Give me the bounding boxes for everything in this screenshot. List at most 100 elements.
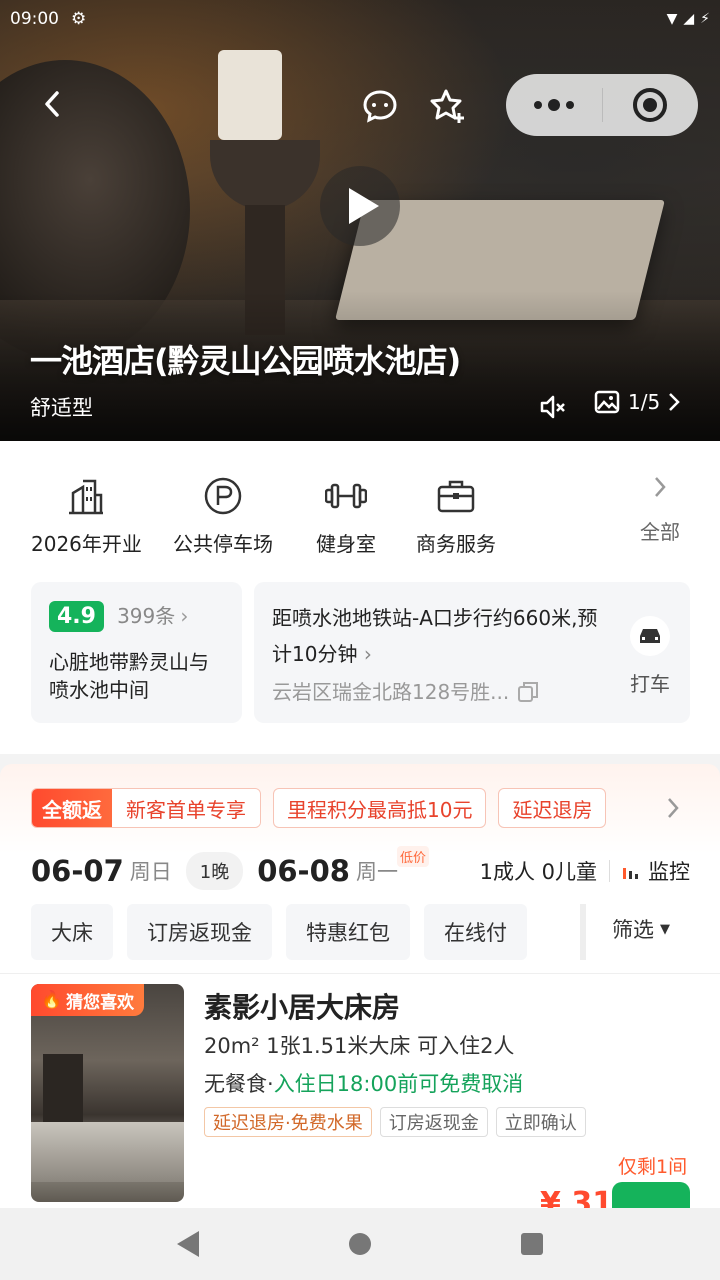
- filter-chips: 大床 订房返现金 特惠红包 在线付: [31, 904, 527, 960]
- rating-card[interactable]: 4.9 399条 › 心脏地带黔灵山与喷水池中间: [31, 582, 242, 723]
- wifi-icon: ▼: [666, 11, 678, 27]
- low-price-badge: 低价: [397, 846, 430, 867]
- notification-icon: ⚙: [71, 9, 87, 29]
- promo-full-refund[interactable]: 全额返 新客首单专享: [31, 788, 261, 828]
- review-count: 399条: [117, 604, 176, 628]
- filter-scroll-edge: [580, 904, 586, 960]
- checkout-date[interactable]: 06-08: [257, 854, 350, 888]
- location-card[interactable]: 距喷水池地铁站-A口步行约660米,预计10分钟 › 云岩区瑞金北路128号胜.…: [254, 582, 690, 723]
- promo-item[interactable]: 延迟退房: [498, 788, 607, 828]
- signal-icon: ◢: [683, 11, 695, 27]
- briefcase-icon: [434, 474, 478, 518]
- building-icon: [64, 474, 108, 518]
- room-tag: 立即确认: [495, 1107, 586, 1137]
- nav-recents-icon[interactable]: [521, 1233, 543, 1255]
- guest-selector[interactable]: 1成人 0儿童: [480, 856, 597, 886]
- filter-label: 筛选: [612, 918, 654, 942]
- mute-button[interactable]: [538, 392, 568, 422]
- image-counter: 1/5: [628, 390, 661, 414]
- amenity-business[interactable]: 商务服务: [416, 474, 496, 557]
- nights-count: 1晚: [185, 852, 244, 890]
- chevron-right-icon: ›: [180, 604, 189, 628]
- promo-row[interactable]: 全额返 新客首单专享 里程积分最高抵10元 延迟退房: [31, 788, 607, 828]
- date-selector[interactable]: 06-07 周日 1晚 06-08 周一 低价 1成人 0儿童 监控: [31, 846, 690, 894]
- taxi-button[interactable]: 打车: [630, 616, 670, 697]
- promo-main-text: 新客首单专享: [112, 789, 260, 827]
- amenity-opening[interactable]: 2026年开业: [31, 474, 142, 557]
- copy-icon[interactable]: [517, 681, 539, 703]
- price-monitor-button[interactable]: 监控: [622, 856, 690, 886]
- promo-item[interactable]: 里程积分最高抵10元: [273, 788, 487, 828]
- hero-candle-shape: [218, 50, 282, 140]
- mini-program-capsule: [506, 74, 698, 136]
- amenities-all-label: 全部: [640, 520, 680, 544]
- more-button[interactable]: [506, 74, 602, 136]
- image-counter-button[interactable]: 1/5: [594, 390, 680, 414]
- image-icon: [594, 390, 620, 414]
- nav-back-icon[interactable]: [177, 1231, 199, 1257]
- room-spec: 20m² 1张1.51米大床 可入住2人: [204, 1034, 515, 1058]
- taxi-label: 打车: [630, 672, 670, 696]
- location-address[interactable]: 云岩区瑞金北路128号胜...: [272, 672, 672, 712]
- play-icon: [349, 188, 379, 224]
- monitor-label: 监控: [648, 860, 690, 884]
- location-distance-text: 距喷水池地铁站-A口步行约660米,预计10分钟: [272, 606, 598, 666]
- favorite-button[interactable]: [428, 86, 468, 126]
- nav-home-icon[interactable]: [349, 1233, 371, 1255]
- more-dots-icon: [533, 99, 574, 111]
- target-icon: [633, 88, 668, 122]
- caret-down-icon: ▼: [660, 921, 670, 937]
- amenity-gym[interactable]: 健身室: [316, 474, 376, 557]
- back-button[interactable]: [30, 82, 74, 126]
- chevron-right-icon: [655, 477, 666, 497]
- room-tag: 订房返现金: [379, 1107, 488, 1137]
- room-title[interactable]: 素影小居大床房: [204, 986, 400, 1026]
- room-tags: 延迟退房·免费水果 订房返现金 立即确认: [204, 1107, 586, 1137]
- battery-icon: ⚡: [700, 11, 710, 27]
- room-image[interactable]: [31, 984, 184, 1202]
- checkin-week: 周日: [129, 860, 172, 884]
- rooms-remaining: 仅剩1间: [618, 1156, 688, 1178]
- divider: [609, 860, 610, 882]
- address-text: 云岩区瑞金北路128号胜...: [272, 680, 510, 704]
- chat-icon: [363, 90, 397, 123]
- amenity-parking[interactable]: 公共停车场: [173, 474, 273, 557]
- close-mini-program-button[interactable]: [603, 74, 699, 136]
- flame-icon: 🔥: [41, 990, 63, 1010]
- dumbbell-icon: [324, 474, 368, 518]
- filter-button[interactable]: 筛选 ▼: [612, 914, 670, 944]
- chat-button[interactable]: [360, 86, 400, 126]
- promo-main-tag: 全额返: [32, 789, 112, 827]
- chevron-right-icon: ›: [363, 642, 372, 666]
- filter-chip[interactable]: 特惠红包: [286, 904, 410, 960]
- car-icon: [630, 616, 670, 656]
- filter-chip[interactable]: 订房返现金: [127, 904, 272, 960]
- chart-bars-icon: [623, 868, 638, 879]
- status-bar: 09:00 ⚙ ▼ ◢ ⚡: [10, 6, 710, 32]
- checkin-date[interactable]: 06-07: [31, 854, 124, 888]
- system-nav-bar: [0, 1208, 720, 1280]
- checkout-week: 周一: [355, 860, 398, 884]
- amenities-all-button[interactable]: 全部: [640, 474, 680, 545]
- amenity-label: 2026年开业: [31, 532, 142, 556]
- filter-chip[interactable]: 在线付: [424, 904, 527, 960]
- status-time: 09:00: [10, 9, 59, 29]
- guess-you-like-tag: 🔥 猜您喜欢: [31, 984, 145, 1016]
- amenity-label: 健身室: [316, 532, 376, 556]
- room-tag: 延迟退房·免费水果: [204, 1107, 372, 1137]
- hero-cup-shape: [210, 140, 320, 210]
- chevron-right-icon: [668, 798, 679, 818]
- guess-tag-label: 猜您喜欢: [66, 992, 135, 1013]
- hotel-type: 舒适型: [30, 396, 93, 420]
- rating-description: 心脏地带黔灵山与喷水池中间: [49, 650, 209, 702]
- filter-chip[interactable]: 大床: [31, 904, 113, 960]
- play-video-button[interactable]: [320, 166, 400, 246]
- meal-info: 无餐食·: [204, 1072, 274, 1096]
- room-image-bed-shape: [31, 1122, 184, 1182]
- parking-icon: [201, 474, 245, 518]
- promo-more-button[interactable]: [666, 796, 680, 826]
- room-image-frame-shape: [43, 1054, 83, 1124]
- location-distance: 距喷水池地铁站-A口步行约660米,预计10分钟 ›: [272, 600, 602, 672]
- divider: [0, 973, 720, 974]
- star-add-icon: [430, 89, 464, 123]
